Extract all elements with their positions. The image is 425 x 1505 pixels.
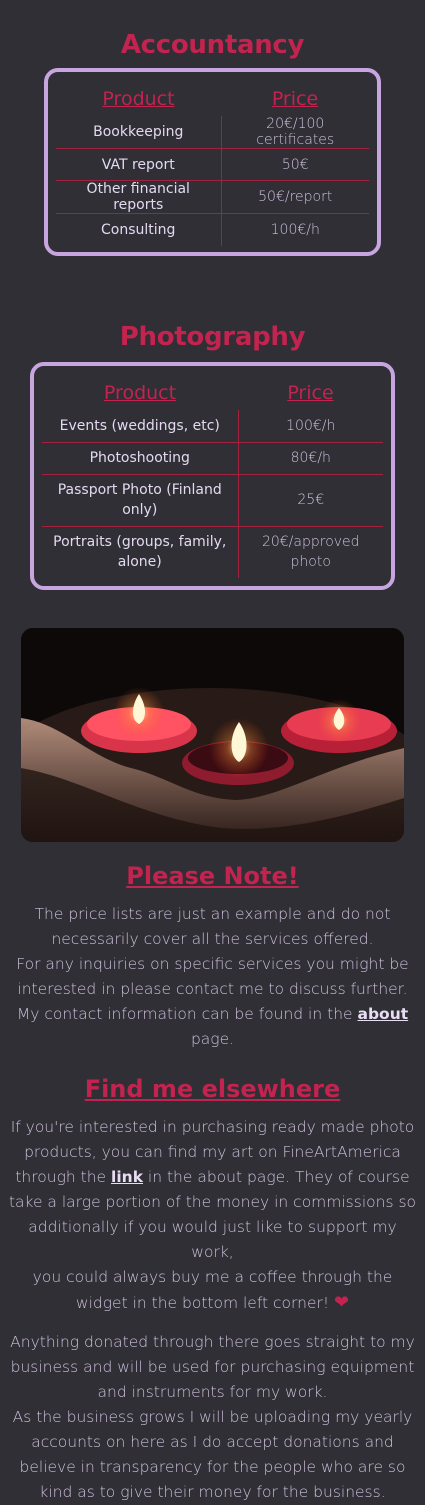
accountancy-price-table: Product Price Bookkeeping 20€/100 certif…	[44, 68, 381, 256]
elsewhere-paragraph-1: If you're interested in purchasing ready…	[8, 1115, 417, 1316]
please-note-title: Please Note!	[126, 862, 299, 890]
find-me-elsewhere-title: Find me elsewhere	[84, 1075, 341, 1103]
price-cell: 50€/report	[221, 180, 369, 214]
heart-icon: ❤	[334, 1292, 350, 1313]
price-cell: 25€	[238, 473, 383, 526]
note-line-3-post: page.	[190, 1030, 235, 1048]
candles-photo	[21, 628, 404, 842]
header-product: Product	[103, 382, 177, 404]
note-line-2: For any inquiries on specific services y…	[16, 955, 409, 998]
product-cell: Portraits (groups, family, alone)	[42, 525, 239, 578]
donation-text: Anything donated through there goes stra…	[10, 1333, 415, 1401]
note-line-3-pre: My contact information can be found in t…	[16, 1005, 358, 1023]
note-line-1: The price lists are just an example and …	[34, 905, 391, 948]
product-cell: Photoshooting	[42, 441, 239, 474]
header-price: Price	[287, 382, 334, 404]
price-cell: 100€/h	[286, 417, 336, 434]
price-cell: 20€/100 certificates	[256, 116, 335, 148]
transparency-text: As the business grows I will be uploadin…	[12, 1408, 413, 1501]
note-text: The price lists are just an example and …	[8, 902, 417, 1052]
product-cell: Passport Photo (Finland only)	[42, 473, 239, 526]
accountancy-title: Accountancy	[120, 30, 305, 60]
candles-illustration	[21, 628, 404, 842]
product-cell: Other financial reports	[56, 180, 222, 214]
price-cell: 100€/h	[221, 213, 369, 246]
price-cell: 20€/approved photo	[238, 525, 383, 578]
fineartamerica-link[interactable]: link	[111, 1168, 143, 1186]
price-cell: 80€/h	[238, 441, 383, 474]
product-cell: Bookkeeping	[56, 116, 222, 149]
elsewhere-paragraph-2: Anything donated through there goes stra…	[8, 1330, 417, 1505]
header-product: Product	[102, 88, 175, 110]
product-cell: Events (weddings, etc)	[42, 410, 239, 442]
product-cell: Consulting	[56, 213, 222, 246]
photography-price-table: Product Price Events (weddings, etc) 100…	[30, 362, 395, 590]
about-link[interactable]: about	[357, 1005, 408, 1023]
header-price: Price	[271, 88, 319, 110]
price-cell: 50€	[221, 148, 369, 181]
product-cell: VAT report	[56, 148, 222, 181]
photography-title: Photography	[119, 322, 306, 352]
